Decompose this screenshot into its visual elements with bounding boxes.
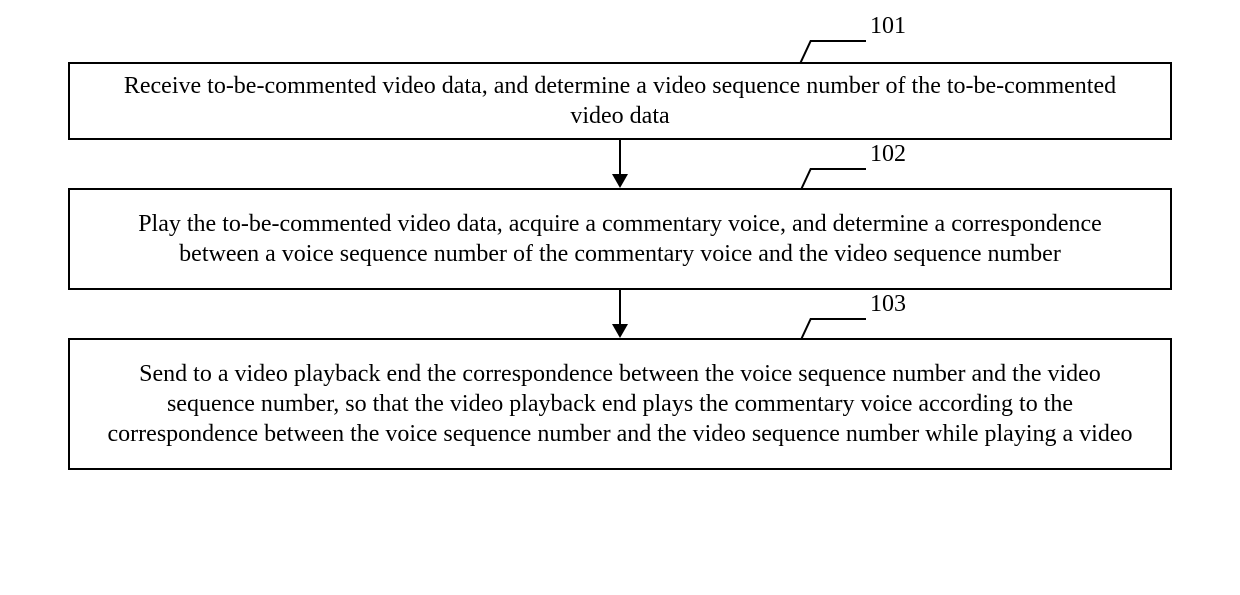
step-label-102: 102	[870, 142, 906, 166]
step-text: Send to a video playback end the corresp…	[98, 359, 1142, 449]
step-box-103: Send to a video playback end the corresp…	[68, 338, 1172, 470]
arrow-head-icon	[612, 174, 628, 188]
step-label-103: 103	[870, 292, 906, 316]
step-label-101: 101	[870, 14, 906, 38]
lead-line	[810, 318, 866, 320]
step-box-102: Play the to-be-commented video data, acq…	[68, 188, 1172, 290]
step-text: Receive to-be-commented video data, and …	[98, 71, 1142, 131]
step-text: Play the to-be-commented video data, acq…	[98, 209, 1142, 269]
lead-line	[810, 40, 866, 42]
lead-line	[810, 168, 866, 170]
arrow	[619, 290, 621, 324]
flow-diagram: 101 Receive to-be-commented video data, …	[0, 0, 1240, 595]
arrow	[619, 140, 621, 174]
step-box-101: Receive to-be-commented video data, and …	[68, 62, 1172, 140]
arrow-head-icon	[612, 324, 628, 338]
